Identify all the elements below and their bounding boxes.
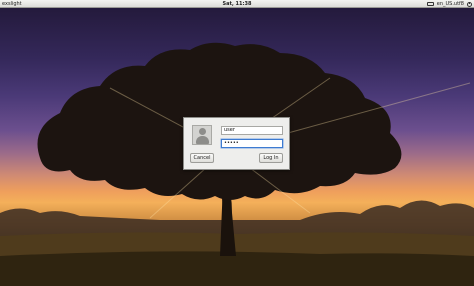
keyboard-icon[interactable]: [426, 2, 434, 6]
top-panel: exslight Sat, 11:38 en_US.utf8: [0, 0, 474, 8]
cancel-button[interactable]: Cancel: [190, 153, 214, 163]
locale-label[interactable]: en_US.utf8: [437, 0, 464, 8]
login-button[interactable]: Log In: [259, 153, 283, 163]
login-dialog: user ••••• Cancel Log In: [183, 117, 290, 170]
username-value: user: [224, 127, 235, 133]
password-field[interactable]: •••••: [221, 139, 283, 148]
user-avatar-icon: [192, 125, 212, 145]
clock: Sat, 11:38: [222, 1, 252, 7]
top-panel-indicators: en_US.utf8: [426, 0, 472, 8]
password-value: •••••: [224, 140, 239, 146]
username-field[interactable]: user: [221, 126, 283, 135]
power-icon[interactable]: [467, 1, 472, 7]
